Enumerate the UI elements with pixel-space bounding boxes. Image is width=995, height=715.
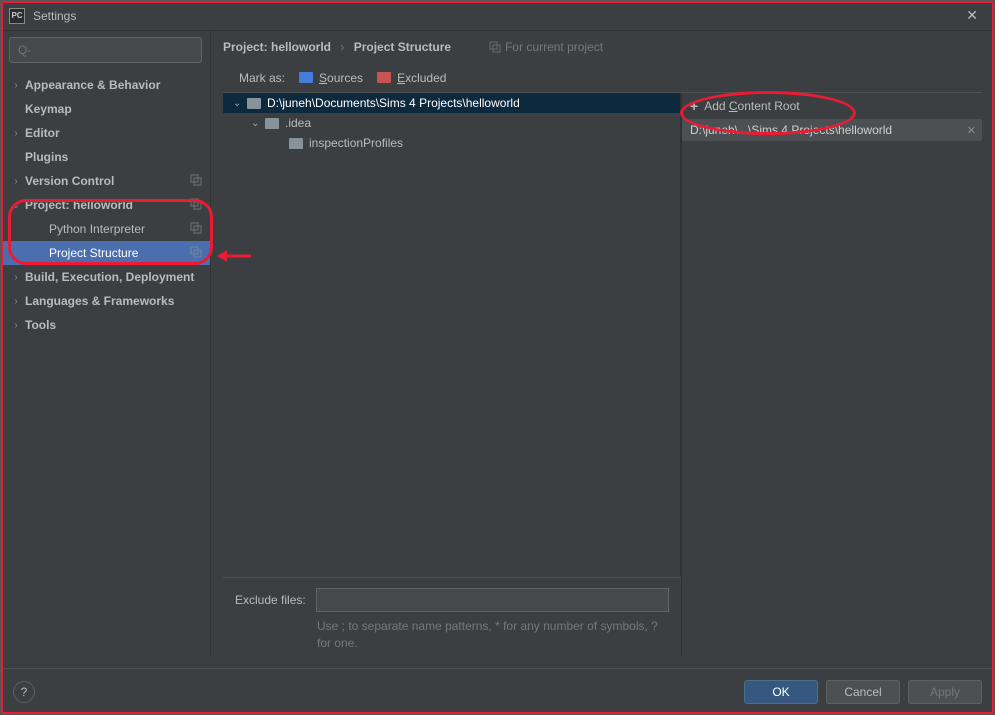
nav-item-label: Tools [25,318,202,332]
ok-button[interactable]: OK [744,680,818,704]
chevron-icon: › [9,320,23,331]
breadcrumb-project: Project: helloworld [223,40,331,54]
chevron-icon: › [9,272,23,283]
excluded-folder-icon [377,72,391,83]
body: ›Appearance & BehaviorKeymap›EditorPlugi… [1,31,994,656]
chevron-icon: › [9,296,23,307]
folder-tree[interactable]: ⌄ D:\juneh\Documents\Sims 4 Projects\hell… [223,93,681,577]
nav-item-version-control[interactable]: ›Version Control [1,169,210,193]
content-root-path: D:\juneh\...\Sims 4 Projects\helloworld [690,123,892,137]
tree-node[interactable]: ⌄ D:\juneh\Documents\Sims 4 Projects\hell… [223,93,680,113]
nav-item-label: Build, Execution, Deployment [25,270,202,284]
copy-icon [190,222,202,237]
nav-item-project-helloworld[interactable]: ⌄Project: helloworld [1,193,210,217]
folder-tree-panel: ⌄ D:\juneh\Documents\Sims 4 Projects\hell… [223,93,682,656]
chevron-icon: ⌄ [233,98,245,109]
chevron-icon: › [9,80,23,91]
nav-item-label: Editor [25,126,202,140]
nav-item-label: Languages & Frameworks [25,294,202,308]
breadcrumb-sep: › [340,40,344,54]
dialog-footer: ? OK Cancel Apply [1,668,994,714]
window-title: Settings [33,9,958,23]
for-current-project-label: For current project [489,40,603,54]
apply-button[interactable]: Apply [908,680,982,704]
settings-window: PC Settings ✕ ›Appearance & BehaviorKeym… [0,0,995,715]
content-root-list: D:\juneh\...\Sims 4 Projects\helloworld ✕ [682,119,982,656]
nav-item-plugins[interactable]: Plugins [1,145,210,169]
tree-node[interactable]: ⌄ .idea [223,113,680,133]
mark-excluded-button[interactable]: Excluded [377,71,446,85]
sources-folder-icon [299,72,313,83]
folder-icon [247,98,261,109]
add-content-root-button[interactable]: + Add Content Root [682,93,982,119]
nav-item-languages-frameworks[interactable]: ›Languages & Frameworks [1,289,210,313]
chevron-icon: › [9,128,23,139]
nav-item-label: Appearance & Behavior [25,78,202,92]
chevron-icon: ⌄ [9,200,23,211]
nav-item-appearance-behavior[interactable]: ›Appearance & Behavior [1,73,210,97]
nav-item-keymap[interactable]: Keymap [1,97,210,121]
breadcrumb-page: Project Structure [354,40,451,54]
tree-node-label: inspectionProfiles [309,136,403,150]
exclude-files-input[interactable] [316,588,669,612]
breadcrumb-row: Project: helloworld › Project Structure … [211,31,994,63]
nav-item-label: Project: helloworld [25,198,190,212]
folder-icon [265,118,279,129]
settings-search-input[interactable] [9,37,202,63]
remove-root-button[interactable]: ✕ [967,124,976,137]
nav-item-label: Plugins [25,150,202,164]
chevron-icon: › [9,176,23,187]
nav-item-project-structure[interactable]: Project Structure [1,241,210,265]
mark-as-label: Mark as: [239,71,285,85]
mark-as-row: Mark as: Sources Excluded [223,63,982,93]
settings-nav-tree: ›Appearance & BehaviorKeymap›EditorPlugi… [1,69,210,656]
tree-node-label: .idea [285,116,311,130]
content-root-item[interactable]: D:\juneh\...\Sims 4 Projects\helloworld ✕ [682,119,982,141]
folder-icon [289,138,303,149]
copy-icon [489,41,501,53]
main-panel: Project: helloworld › Project Structure … [211,31,994,656]
nav-item-python-interpreter[interactable]: Python Interpreter [1,217,210,241]
nav-item-tools[interactable]: ›Tools [1,313,210,337]
copy-icon [190,198,202,213]
content-roots-panel: + Add Content Root D:\juneh\...\Sims 4 P… [682,93,982,656]
titlebar: PC Settings ✕ [1,1,994,31]
exclude-files-section: Exclude files: Use ; to separate name pa… [223,577,681,656]
chevron-icon: ⌄ [251,118,263,129]
main-content: Mark as: Sources Excluded ⌄ D:\juneh\Docu… [211,63,994,656]
panels: ⌄ D:\juneh\Documents\Sims 4 Projects\hell… [223,93,982,656]
exclude-files-label: Exclude files: [235,593,306,607]
nav-item-label: Python Interpreter [49,222,190,236]
nav-item-build-execution-deployment[interactable]: ›Build, Execution, Deployment [1,265,210,289]
nav-item-editor[interactable]: ›Editor [1,121,210,145]
tree-node[interactable]: inspectionProfiles [223,133,680,153]
nav-item-label: Version Control [25,174,190,188]
cancel-button[interactable]: Cancel [826,680,900,704]
copy-icon [190,246,202,261]
nav-item-label: Project Structure [49,246,190,260]
window-close-button[interactable]: ✕ [958,3,986,28]
tree-node-label: D:\juneh\Documents\Sims 4 Projects\hello… [267,96,520,110]
mark-sources-button[interactable]: Sources [299,71,363,85]
pycharm-icon: PC [9,8,25,24]
plus-icon: + [690,98,698,114]
sidebar: ›Appearance & BehaviorKeymap›EditorPlugi… [1,31,211,656]
help-button[interactable]: ? [13,681,35,703]
nav-item-label: Keymap [25,102,202,116]
copy-icon [190,174,202,189]
breadcrumb: Project: helloworld › Project Structure [223,40,451,54]
exclude-files-hint: Use ; to separate name patterns, * for a… [317,618,669,652]
